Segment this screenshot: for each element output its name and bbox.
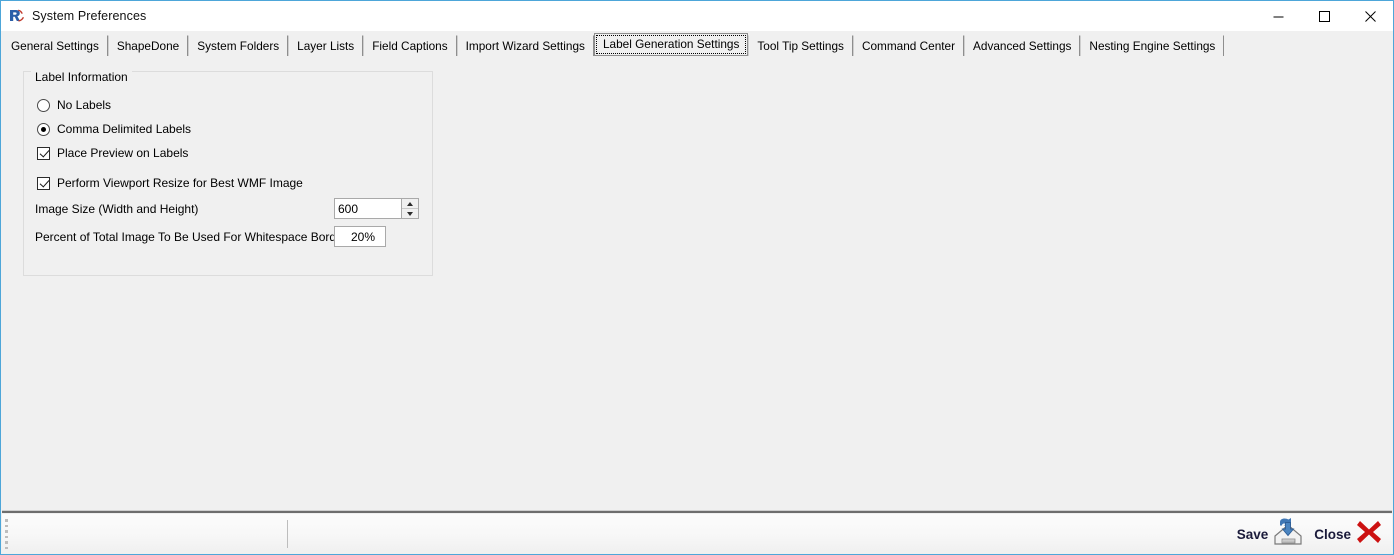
image-size-input[interactable]: 600 [335,199,401,218]
tab-command-center[interactable]: Command Center [852,35,965,56]
whitespace-border-field[interactable]: 20% [334,226,386,247]
whitespace-border-label: Percent of Total Image To Be Used For Wh… [35,230,347,244]
radio-label: No Labels [57,98,112,112]
tab-label: Import Wizard Settings [465,39,585,53]
tab-advanced-settings[interactable]: Advanced Settings [964,35,1081,56]
tab-label: Label Generation Settings [602,37,740,51]
save-disk-icon[interactable] [1271,516,1305,553]
tab-label: Advanced Settings [973,39,1072,53]
radio-no-labels[interactable]: No Labels [37,98,111,112]
title-bar: System Preferences [1,1,1393,31]
close-button-label[interactable]: Close [1314,527,1351,542]
whitespace-border-input[interactable]: 20% [335,227,385,246]
radio-comma-delimited-labels[interactable]: Comma Delimited Labels [37,122,191,136]
tab-import-wizard-settings[interactable]: Import Wizard Settings [456,35,594,56]
window-controls [1255,1,1393,31]
tab-label: Nesting Engine Settings [1089,39,1216,53]
status-separator [2,510,1392,513]
app-logo-r-icon [9,8,25,24]
radio-label: Comma Delimited Labels [57,122,192,136]
resize-grip-icon [5,519,15,549]
whitespace-border-label-text: Percent of Total Image To Be Used For Wh… [35,230,347,244]
image-size-stepper[interactable]: 600 [334,198,419,219]
label-generation-settings-panel [2,56,1392,509]
minimize-icon[interactable] [1255,1,1301,31]
window-title: System Preferences [32,9,147,23]
tab-general-settings[interactable]: General Settings [2,35,108,56]
image-size-spin-buttons [401,199,418,218]
status-bar-actions: Save Close [1237,516,1392,553]
settings-tab-strip: General Settings ShapeDone System Folder… [2,33,1225,56]
tab-layer-lists[interactable]: Layer Lists [288,35,364,56]
maximize-icon[interactable] [1301,1,1347,31]
tab-label: General Settings [11,39,99,53]
tab-label: Layer Lists [297,39,355,53]
status-panel-left [15,514,287,554]
radio-indicator-checked-icon [37,122,50,136]
tab-field-captions[interactable]: Field Captions [363,35,457,56]
tab-label: Field Captions [372,39,448,53]
tab-label: ShapeDone [116,39,180,53]
checkbox-checked-icon [37,176,50,190]
tab-shapedone[interactable]: ShapeDone [107,35,189,56]
close-icon[interactable] [1347,1,1393,31]
tab-system-folders[interactable]: System Folders [188,35,289,56]
status-panel-divider [287,520,288,548]
image-size-label: Image Size (Width and Height) [35,202,198,216]
checkbox-checked-icon [37,146,50,160]
tab-label: System Folders [197,39,280,53]
tab-label: Command Center [861,39,956,53]
radio-indicator-icon [37,98,50,112]
system-preferences-window: System Preferences General Settings Shap… [0,0,1394,555]
spin-down-icon[interactable] [402,209,418,218]
label-information-groupbox-title: Label Information [31,70,132,84]
image-size-label-text: Image Size (Width and Height) [35,202,199,216]
save-button-label[interactable]: Save [1237,527,1269,542]
checkbox-label: Perform Viewport Resize for Best WMF Ima… [57,176,303,190]
tab-tool-tip-settings[interactable]: Tool Tip Settings [748,35,853,56]
tab-label-generation-settings[interactable]: Label Generation Settings [593,33,749,56]
spin-up-icon[interactable] [402,199,418,209]
checkbox-label: Place Preview on Labels [57,146,189,160]
checkbox-perform-viewport-resize[interactable]: Perform Viewport Resize for Best WMF Ima… [37,176,303,190]
tab-nesting-engine-settings[interactable]: Nesting Engine Settings [1080,35,1225,56]
status-bar: Save Close [2,514,1392,554]
close-red-x-icon[interactable] [1354,517,1384,552]
tab-label: Tool Tip Settings [757,39,844,53]
checkbox-place-preview-on-labels[interactable]: Place Preview on Labels [37,146,188,160]
